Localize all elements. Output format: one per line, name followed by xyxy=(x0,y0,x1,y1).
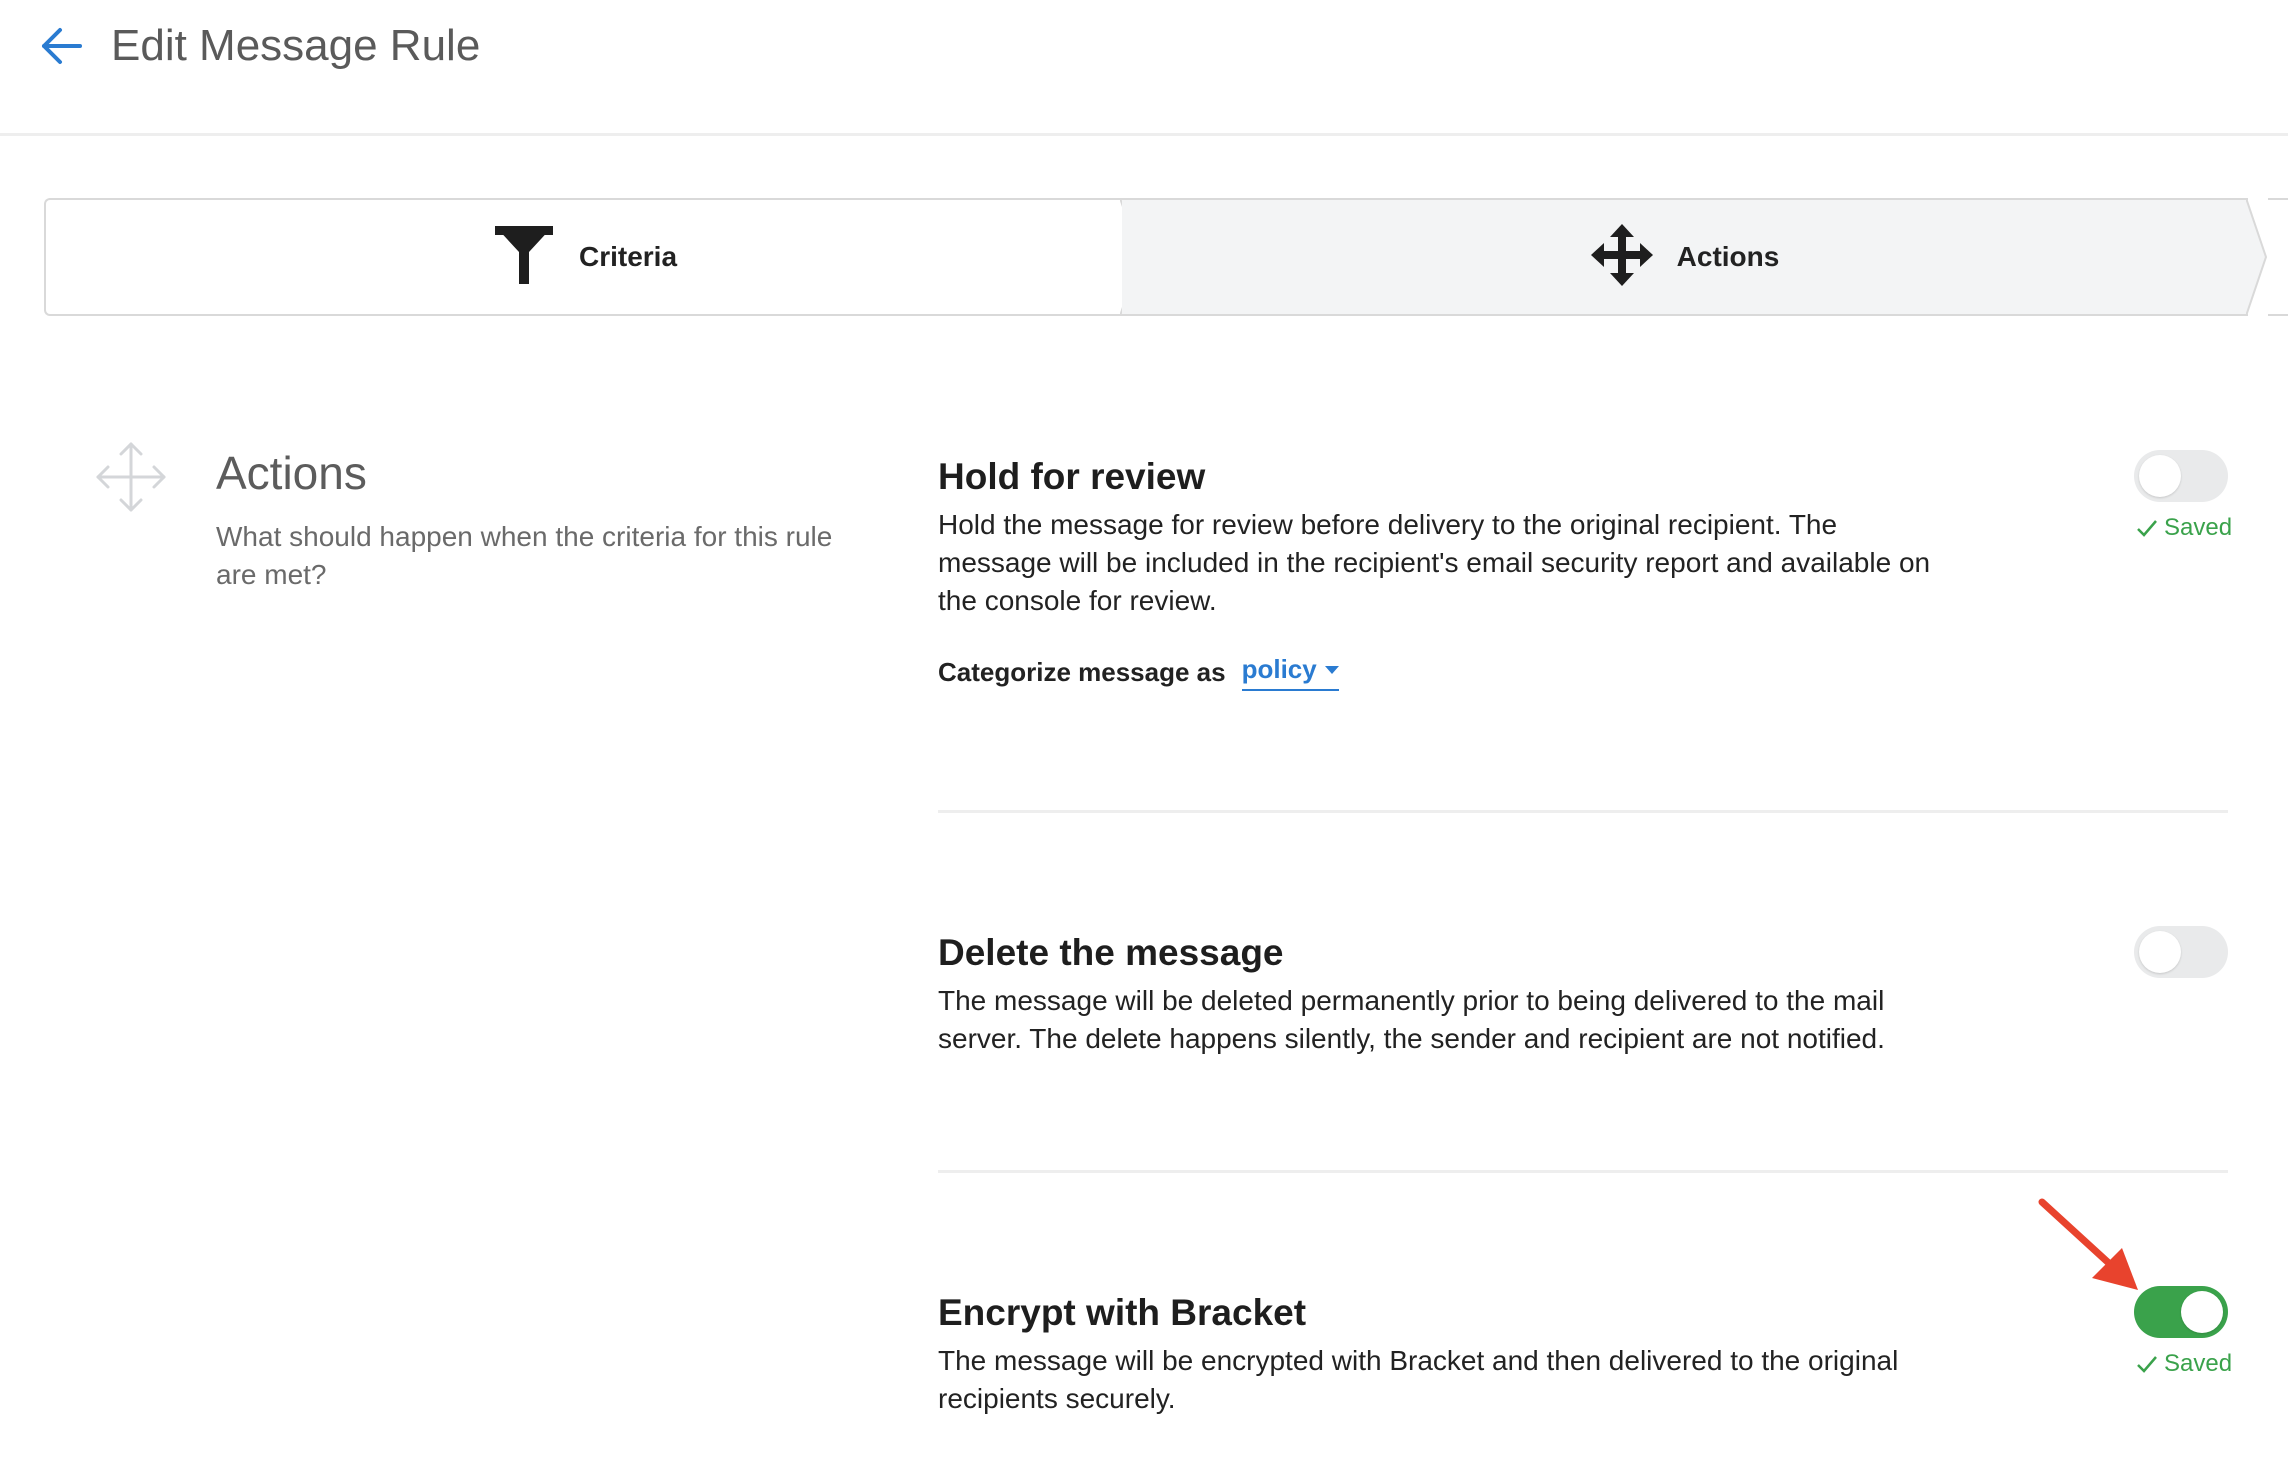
category-value: policy xyxy=(1241,654,1317,684)
category-dropdown[interactable]: policy xyxy=(1241,654,1339,691)
arrow-left-icon xyxy=(42,28,82,64)
check-icon xyxy=(2137,1356,2157,1373)
tab-actions[interactable]: Actions xyxy=(1122,198,2248,316)
rule-stepper: Criteria Actions xyxy=(44,198,2288,316)
tab-next xyxy=(2268,198,2288,316)
hold-for-review-toggle[interactable] xyxy=(2134,450,2228,502)
tab-criteria-label: Criteria xyxy=(578,241,678,272)
page-title: Edit Message Rule xyxy=(111,21,481,70)
delete-message-toggle[interactable] xyxy=(2134,926,2228,978)
divider xyxy=(938,1170,2228,1173)
check-icon xyxy=(2137,520,2157,537)
funnel-icon xyxy=(493,224,555,291)
divider xyxy=(938,810,2228,813)
caret-down-icon xyxy=(1324,665,1339,674)
move-arrows-icon xyxy=(94,440,168,514)
toggle-knob xyxy=(2181,1291,2223,1333)
action-description: The message will be deleted permanently … xyxy=(938,985,1885,1054)
action-description: The message will be encrypted with Brack… xyxy=(938,1345,1899,1414)
tab-actions-label: Actions xyxy=(1676,241,1780,272)
saved-status: Saved xyxy=(2136,514,2232,542)
page-header: Edit Message Rule xyxy=(0,0,2288,136)
section-description: What should happen when the criteria for… xyxy=(216,521,833,590)
tab-criteria[interactable]: Criteria xyxy=(44,198,1124,316)
saved-status: Saved xyxy=(2136,1350,2232,1378)
categorize-label: Categorize message as xyxy=(938,657,1226,687)
section-title: Actions xyxy=(216,447,367,499)
action-title: Delete the message xyxy=(938,932,1284,973)
action-hold-for-review: Hold for review Hold the message for rev… xyxy=(938,454,2228,691)
saved-label: Saved xyxy=(2164,514,2233,541)
action-description: Hold the message for review before deliv… xyxy=(938,509,1931,616)
action-delete-message: Delete the message The message will be d… xyxy=(938,930,2228,1058)
saved-label: Saved xyxy=(2164,1350,2233,1377)
annotation-arrow-icon xyxy=(2030,1190,2150,1300)
toggle-knob xyxy=(2139,931,2181,973)
categorize-row: Categorize message as policy xyxy=(938,654,2228,691)
action-encrypt-bracket: Encrypt with Bracket The message will be… xyxy=(938,1290,2228,1418)
toggle-knob xyxy=(2139,455,2181,497)
back-button[interactable] xyxy=(36,20,88,72)
move-arrows-icon xyxy=(1590,223,1653,291)
action-title: Hold for review xyxy=(938,456,1206,497)
